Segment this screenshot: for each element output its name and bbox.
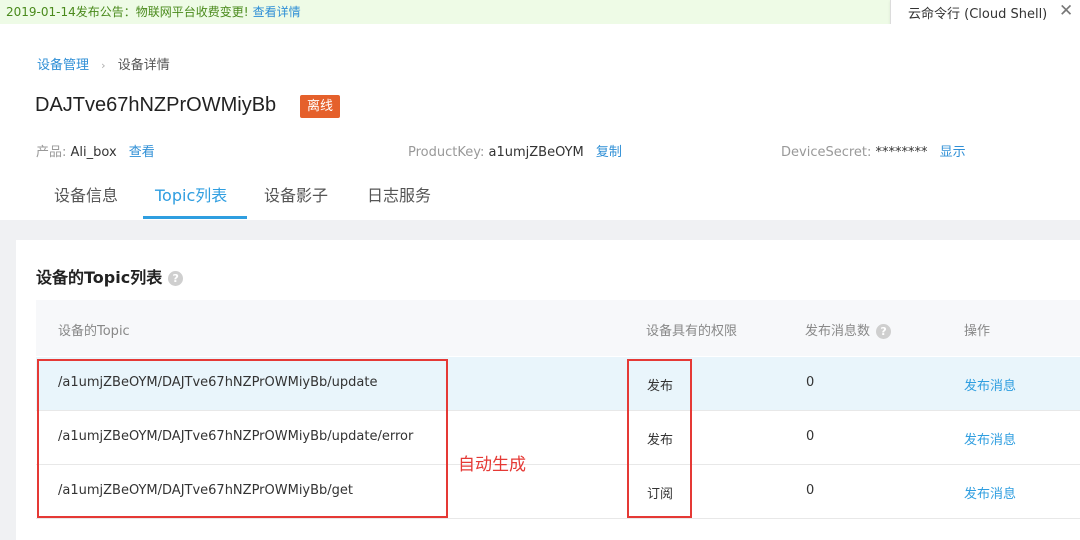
devicesecret-value: ******** (875, 145, 928, 160)
column-header-count: 发布消息数? (805, 320, 892, 339)
status-badge: 离线 (300, 95, 341, 118)
publish-message-link[interactable]: 发布消息 (964, 429, 1016, 448)
card-title: 设备的Topic列表? (36, 264, 184, 288)
annotation-label: 自动生成 (458, 455, 526, 475)
devicesecret-info: DeviceSecret: ******** 显示 (781, 141, 966, 160)
device-header: 设备管理 › 设备详情 DAJTve67hNZPrOWMiyBb 离线 产品: … (0, 24, 1080, 220)
breadcrumb-current: 设备详情 (117, 58, 170, 73)
productkey-label: ProductKey: (408, 145, 485, 160)
cloudshell-label[interactable]: 云命令行 (Cloud Shell) (908, 3, 1047, 22)
publish-message-link[interactable]: 发布消息 (964, 483, 1016, 502)
help-icon[interactable]: ? (876, 324, 892, 339)
productkey-info: ProductKey: a1umjZBeOYM 复制 (408, 141, 622, 160)
product-value: Ali_box (70, 145, 117, 160)
column-header-permission: 设备具有的权限 (646, 324, 738, 339)
active-tab-indicator (143, 216, 247, 219)
tab-device-info[interactable]: 设备信息 (54, 182, 118, 206)
column-header-action: 操作 (964, 324, 991, 339)
show-secret-link[interactable]: 显示 (940, 145, 966, 160)
chevron-right-icon: › (101, 59, 106, 72)
copy-productkey-link[interactable]: 复制 (596, 145, 622, 160)
product-label: 产品: (36, 145, 67, 160)
column-header-topic: 设备的Topic (58, 324, 130, 339)
table-header: 设备的Topic 设备具有的权限 发布消息数? 操作 (36, 300, 1080, 356)
count-cell: 0 (806, 375, 815, 390)
publish-message-link[interactable]: 发布消息 (964, 375, 1016, 394)
tab-device-shadow[interactable]: 设备影子 (264, 182, 328, 206)
count-cell: 0 (806, 429, 815, 444)
product-info: 产品: Ali_box 查看 (36, 141, 155, 160)
help-icon[interactable]: ? (168, 271, 184, 286)
breadcrumb-device-management[interactable]: 设备管理 (37, 58, 89, 73)
annotation-box-topics (37, 359, 448, 518)
productkey-value: a1umjZBeOYM (488, 145, 584, 160)
announcement-link[interactable]: 查看详情 (253, 5, 301, 19)
view-product-link[interactable]: 查看 (129, 145, 155, 160)
close-icon[interactable]: ✕ (1059, 1, 1073, 21)
tab-log-service[interactable]: 日志服务 (367, 182, 431, 206)
tab-topic-list[interactable]: Topic列表 (155, 182, 227, 206)
count-cell: 0 (806, 483, 815, 498)
announcement-text: 2019-01-14发布公告：物联网平台收费变更! 查看详情 (6, 5, 301, 19)
annotation-box-permissions (627, 359, 692, 518)
devicesecret-label: DeviceSecret: (781, 145, 872, 160)
page-title: DAJTve67hNZPrOWMiyBb (35, 94, 277, 116)
tab-bar: 设备信息 Topic列表 设备影子 日志服务 (0, 172, 1080, 220)
breadcrumb: 设备管理 › 设备详情 (37, 54, 170, 73)
